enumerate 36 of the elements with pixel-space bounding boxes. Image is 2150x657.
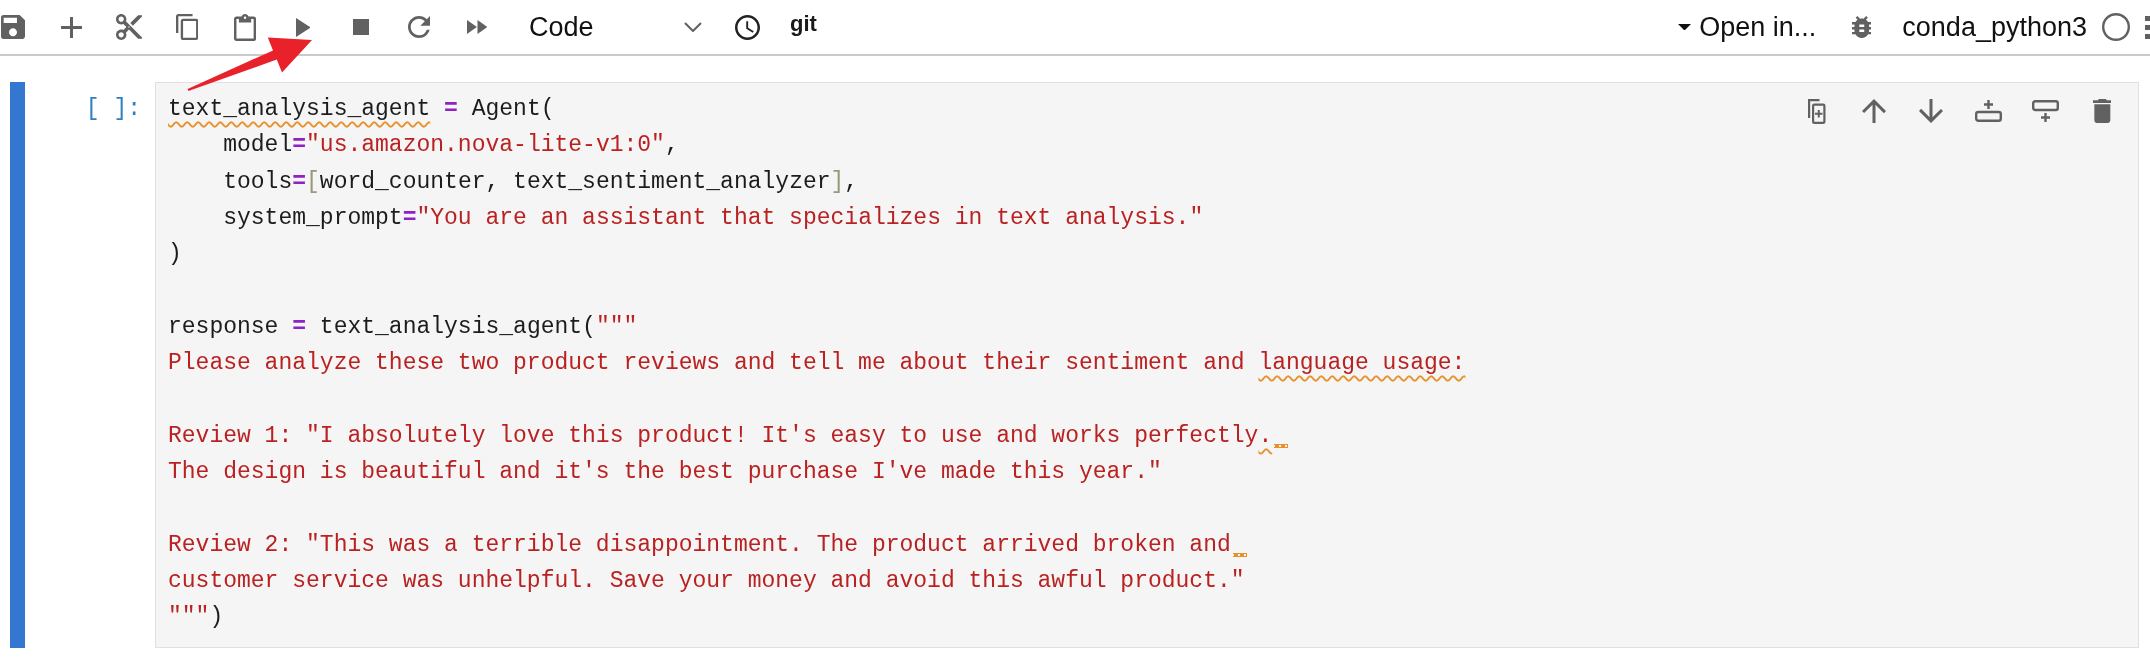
caret-down-icon[interactable]: [1678, 23, 1692, 31]
vertical-dots-icon[interactable]: [2145, 15, 2150, 39]
git-button[interactable]: git: [790, 11, 817, 37]
code-line: Review 1: "I absolutely love this product! It's easy to use and works perfectly.: [168, 417, 1289, 454]
code-line: response = text_analysis_agent(""": [168, 312, 639, 342]
code-line: Please analyze these two product reviews and tell me about their sentiment and language usage:: [168, 349, 1467, 379]
open-in-dropdown[interactable]: Open in...: [1678, 11, 1817, 43]
bug-icon[interactable]: [1851, 16, 1872, 38]
arrow-down-icon[interactable]: [1919, 99, 1943, 123]
trash-icon[interactable]: [2092, 99, 2112, 123]
play-icon[interactable]: [295, 17, 311, 37]
clock-icon[interactable]: [734, 14, 760, 40]
clipboard-icon[interactable]: [233, 13, 257, 41]
scissors-icon[interactable]: [116, 14, 142, 40]
code-line: model="us.amazon.nova-lite-v1:0",: [222, 131, 680, 161]
copy-icon[interactable]: [175, 14, 199, 40]
execution-prompt: [ ]:: [85, 95, 141, 124]
code-line: Review 2: "This was a terrible disappointment. The product arrived broken and: [168, 526, 1247, 563]
code-line: text_analysis_agent = Agent(: [168, 95, 556, 124]
plus-icon[interactable]: [60, 16, 82, 38]
code-line: tools=[word_counter, text_sentiment_analyzer],: [222, 167, 860, 197]
code-line: customer service was unhelpful. Save your money and avoid this awful product.": [168, 566, 1246, 596]
code-line: ): [168, 240, 183, 270]
refresh-icon[interactable]: [408, 16, 430, 38]
code-editor[interactable]: [155, 82, 2139, 649]
plus-below-bar-icon[interactable]: [2031, 100, 2059, 122]
copy-plus-icon[interactable]: [1808, 98, 1826, 124]
code-line: The design is beautiful and it's the best purchase I've made this year.": [168, 457, 1163, 487]
fast-forward-icon[interactable]: [466, 20, 488, 34]
code-line: """): [168, 603, 225, 633]
cell-type-dropdown[interactable]: Code: [529, 11, 705, 43]
code-line: system_prompt="You are an assistant that specializes in text analysis.": [222, 203, 1205, 233]
arrow-up-icon[interactable]: [1862, 99, 1886, 123]
chevron-down-icon[interactable]: [684, 22, 702, 32]
plus-above-bar-icon[interactable]: [1974, 100, 2002, 122]
kernel-name[interactable]: conda_python3: [1902, 11, 2087, 43]
